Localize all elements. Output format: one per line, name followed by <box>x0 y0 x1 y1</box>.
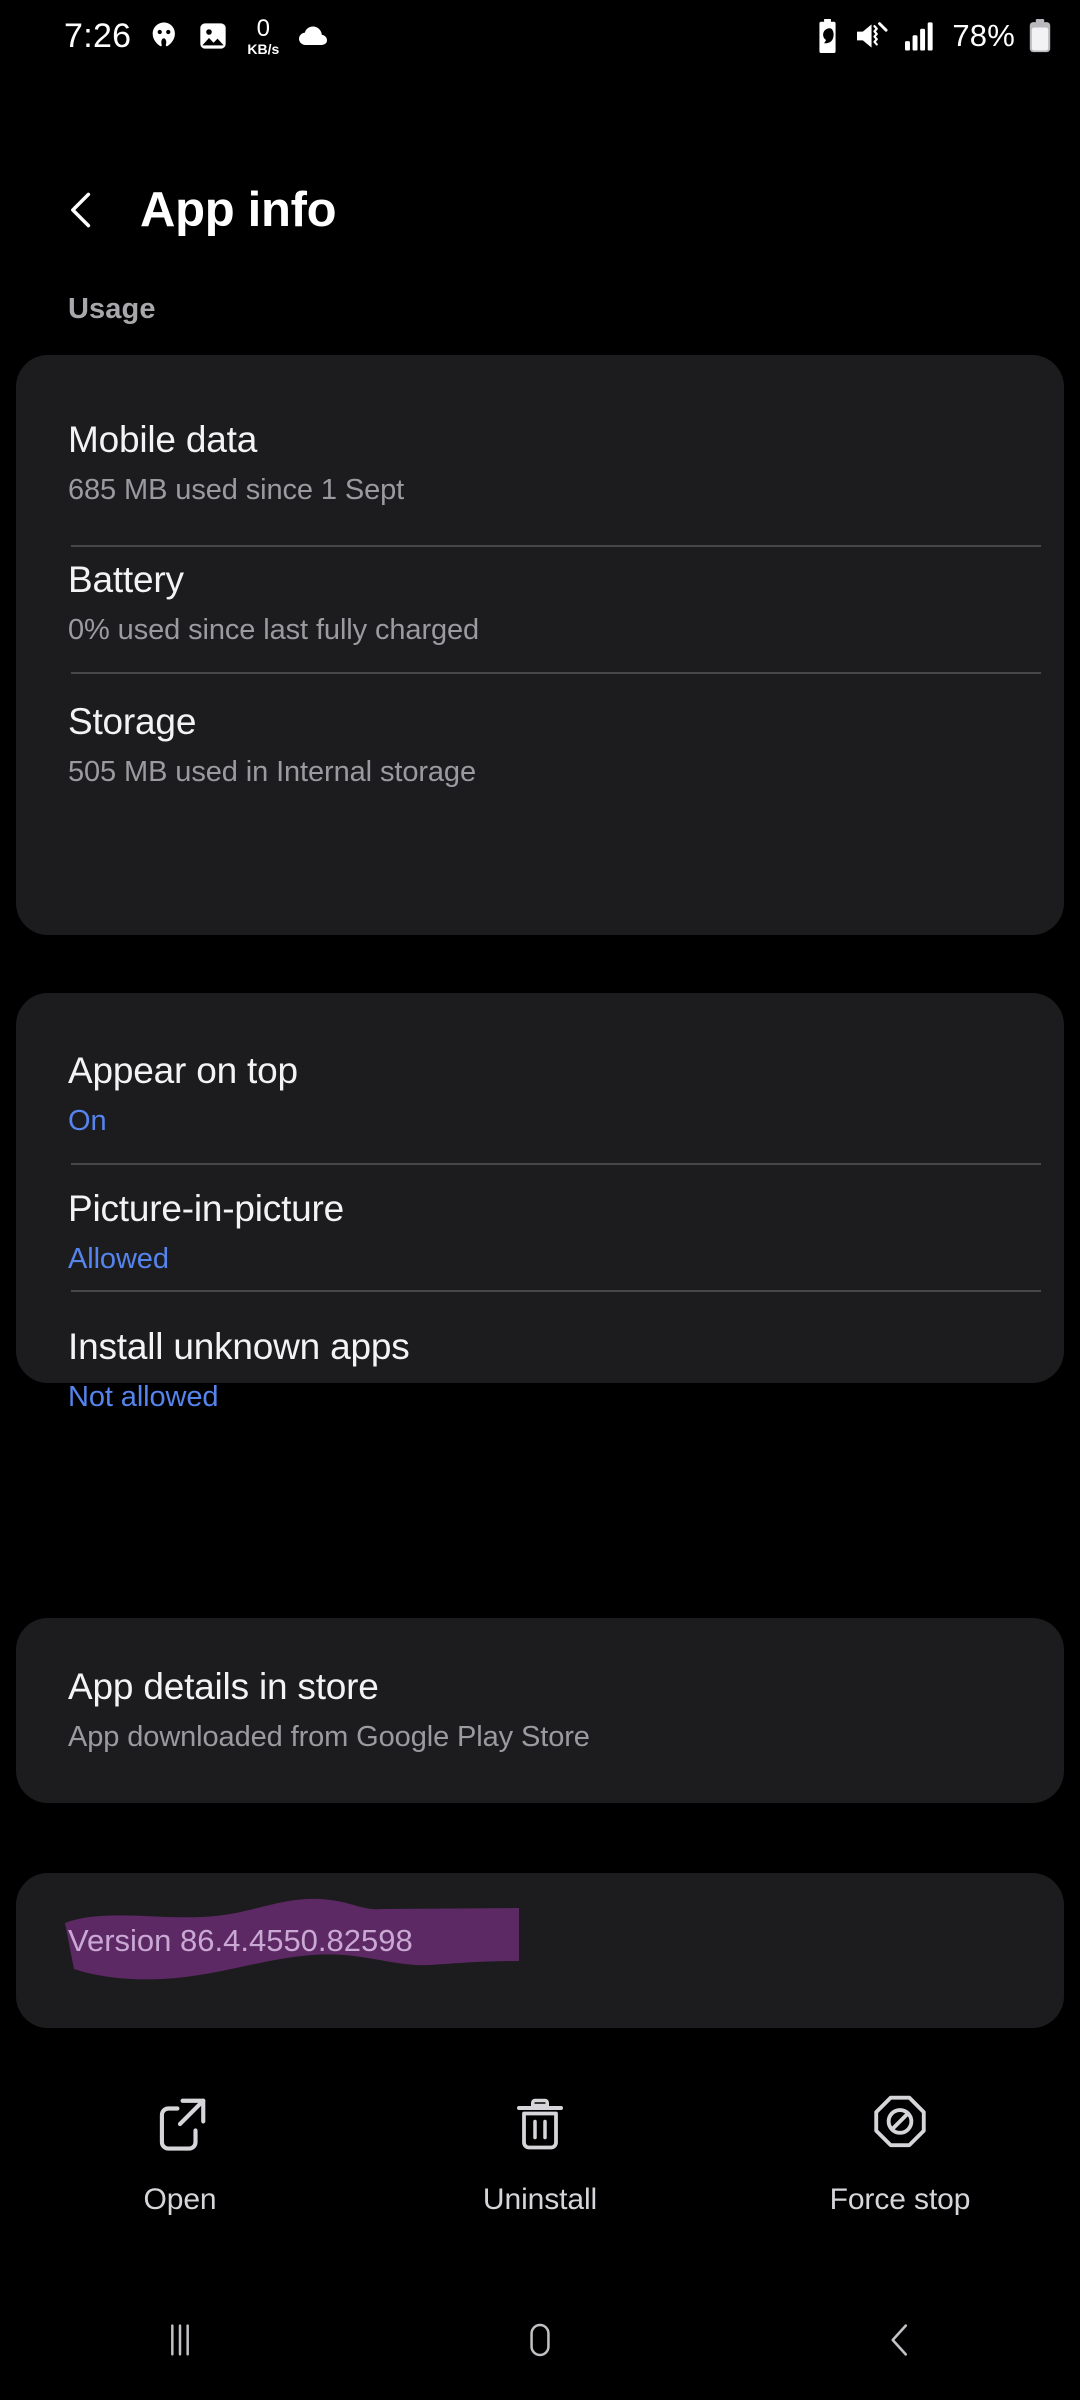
usage-card: Mobile data 685 MB used since 1 Sept Bat… <box>16 355 1064 935</box>
signal-bars-icon <box>905 21 937 51</box>
row-title: Install unknown apps <box>68 1326 410 1367</box>
status-bar-clock: 7:26 <box>64 16 132 55</box>
nav-back-button[interactable] <box>810 2280 990 2400</box>
battery-saver-icon <box>814 19 841 53</box>
uninstall-button[interactable]: Uninstall <box>390 2085 690 2217</box>
row-subtitle: App downloaded from Google Play Store <box>68 1721 590 1753</box>
network-speed-value: 0 <box>256 14 270 42</box>
section-label-usage: Usage <box>68 293 156 325</box>
external-link-icon <box>149 2085 211 2163</box>
battery-percent-label: 78% <box>952 18 1015 53</box>
back-icon <box>891 2324 908 2356</box>
version-row: Version 86.4.4550.82598 <box>16 1873 1064 1980</box>
version-label: Version 86.4.4550.82598 <box>68 1923 413 1958</box>
row-status-value: On <box>68 1105 107 1137</box>
network-speed-unit: KB/s <box>247 40 280 57</box>
nav-home-button[interactable] <box>450 2280 630 2400</box>
row-subtitle: 685 MB used since 1 Sept <box>68 474 405 506</box>
app-details-store-card[interactable]: App details in store App downloaded from… <box>16 1618 1064 1803</box>
battery-icon <box>1028 19 1052 53</box>
malwarebytes-icon <box>147 19 181 53</box>
action-button-bar: Open Uninstall Force stop <box>0 2085 1080 2265</box>
status-bar: 7:26 0 KB/s 78% <box>0 0 1080 72</box>
row-title: Mobile data <box>68 419 258 460</box>
trash-icon <box>510 2085 570 2163</box>
mute-vibrate-icon <box>854 20 892 52</box>
action-label: Open <box>143 2183 217 2216</box>
list-item-battery[interactable]: Battery 0% used since last fully charged <box>16 507 1064 647</box>
list-item-mobile-data[interactable]: Mobile data 685 MB used since 1 Sept <box>16 355 1064 507</box>
list-item-install-unknown-apps[interactable]: Install unknown apps Not allowed <box>16 1276 1064 1414</box>
row-subtitle: 505 MB used in Internal storage <box>68 756 476 788</box>
open-button[interactable]: Open <box>30 2085 330 2217</box>
page-title: App info <box>140 183 337 237</box>
action-label: Uninstall <box>482 2183 598 2216</box>
status-bar-right: 78% <box>814 18 1052 54</box>
row-status-value: Allowed <box>68 1243 169 1275</box>
list-item-picture-in-picture[interactable]: Picture-in-picture Allowed <box>16 1138 1064 1276</box>
row-status-value: Not allowed <box>68 1381 219 1413</box>
version-card: Version 86.4.4550.82598 <box>16 1873 1064 2028</box>
app-info-screen: 7:26 0 KB/s 78% App info Usage Mobile da… <box>0 0 1080 2400</box>
recents-icon <box>171 2324 189 2356</box>
list-item-storage[interactable]: Storage 505 MB used in Internal storage <box>16 647 1064 789</box>
chevron-left-icon <box>71 192 91 228</box>
home-icon <box>530 2323 550 2357</box>
status-bar-left: 7:26 0 KB/s <box>64 14 331 57</box>
row-title: App details in store <box>68 1666 379 1707</box>
network-speed-indicator: 0 KB/s <box>247 14 280 57</box>
page-header: App info <box>0 155 1080 265</box>
row-title: Storage <box>68 701 197 742</box>
row-title: Picture-in-picture <box>68 1188 345 1229</box>
list-item-appear-on-top[interactable]: Appear on top On <box>16 993 1064 1138</box>
back-button[interactable] <box>50 178 114 242</box>
force-stop-button[interactable]: Force stop <box>750 2085 1050 2217</box>
row-title: Appear on top <box>68 1050 298 1091</box>
nav-recents-button[interactable] <box>90 2280 270 2400</box>
row-title: Battery <box>68 559 184 600</box>
cloud-icon <box>295 23 331 49</box>
list-item-app-details-in-store[interactable]: App details in store App downloaded from… <box>16 1618 1064 1754</box>
force-stop-icon <box>869 2085 931 2163</box>
row-subtitle: 0% used since last fully charged <box>68 614 480 646</box>
gallery-image-icon <box>197 20 229 52</box>
system-navigation-bar <box>0 2280 1080 2400</box>
action-label: Force stop <box>829 2183 971 2216</box>
permissions-card: Appear on top On Picture-in-picture Allo… <box>16 993 1064 1413</box>
